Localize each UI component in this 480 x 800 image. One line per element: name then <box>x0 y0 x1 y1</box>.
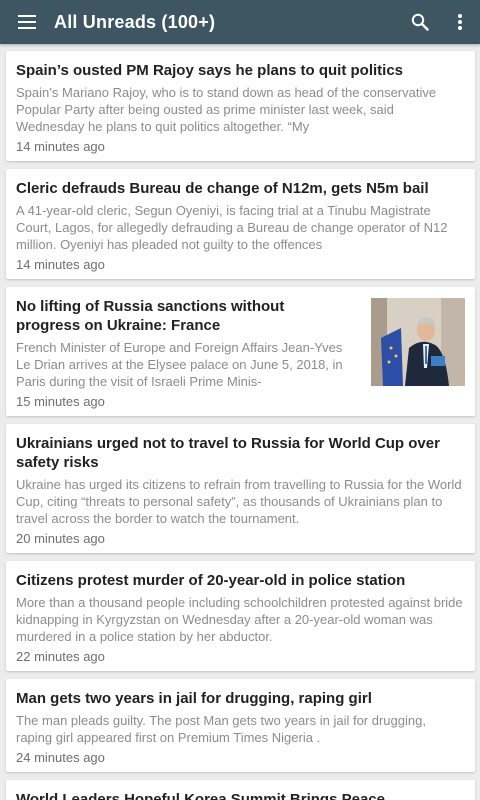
search-icon <box>411 13 429 31</box>
article-title: Man gets two years in jail for drugging,… <box>16 690 372 707</box>
article-card[interactable]: Spain’s ousted PM Rajoy says he plans to… <box>6 51 475 161</box>
article-time: 14 minutes ago <box>16 139 105 154</box>
article-title: World Leaders Hopeful Korea Summit Bring… <box>16 791 385 800</box>
article-card-partial[interactable]: World Leaders Hopeful Korea Summit Bring… <box>6 780 475 800</box>
page-title: All Unreads (100+) <box>54 11 216 32</box>
app-bar: All Unreads (100+) <box>0 0 480 44</box>
article-summary: Ukraine has urged its citizens to refrai… <box>16 477 462 526</box>
article-card[interactable]: Ukrainians urged not to travel to Russia… <box>6 424 475 553</box>
article-card[interactable]: Citizens protest murder of 20-year-old i… <box>6 561 475 671</box>
article-thumbnail <box>371 298 465 386</box>
article-card[interactable]: Man gets two years in jail for drugging,… <box>6 679 475 772</box>
article-time: 15 minutes ago <box>16 394 105 409</box>
article-time: 20 minutes ago <box>16 531 105 546</box>
article-feed: Spain’s ousted PM Rajoy says he plans to… <box>6 51 475 800</box>
article-summary: The man pleads guilty. The post Man gets… <box>16 713 426 745</box>
article-summary: A 41-year-old cleric, Segun Oyeniyi, is … <box>16 203 448 252</box>
article-card[interactable]: No lifting of Russia sanctions without p… <box>6 287 475 416</box>
article-time: 22 minutes ago <box>16 649 105 664</box>
search-button[interactable] <box>400 0 440 44</box>
thumbnail-image <box>371 298 465 386</box>
menu-button[interactable] <box>0 0 54 44</box>
article-title: Spain’s ousted PM Rajoy says he plans to… <box>16 62 404 79</box>
article-title: Cleric defrauds Bureau de change of N12m… <box>16 180 429 197</box>
article-time: 14 minutes ago <box>16 257 105 272</box>
article-summary: Spain’s Mariano Rajoy, who is to stand d… <box>16 85 437 134</box>
article-text: No lifting of Russia sanctions without p… <box>16 297 352 410</box>
article-title: Ukrainians urged not to travel to Russia… <box>16 435 440 471</box>
article-time: 24 minutes ago <box>16 750 105 765</box>
article-summary: More than a thousand people including sc… <box>16 595 463 644</box>
more-vert-icon <box>458 14 462 30</box>
article-title: Citizens protest murder of 20-year-old i… <box>16 572 406 589</box>
article-card[interactable]: Cleric defrauds Bureau de change of N12m… <box>6 169 475 279</box>
overflow-menu-button[interactable] <box>440 0 480 44</box>
article-summary: French Minister of Europe and Foreign Af… <box>16 340 343 389</box>
article-title: No lifting of Russia sanctions without p… <box>16 298 285 334</box>
menu-icon <box>18 15 36 29</box>
